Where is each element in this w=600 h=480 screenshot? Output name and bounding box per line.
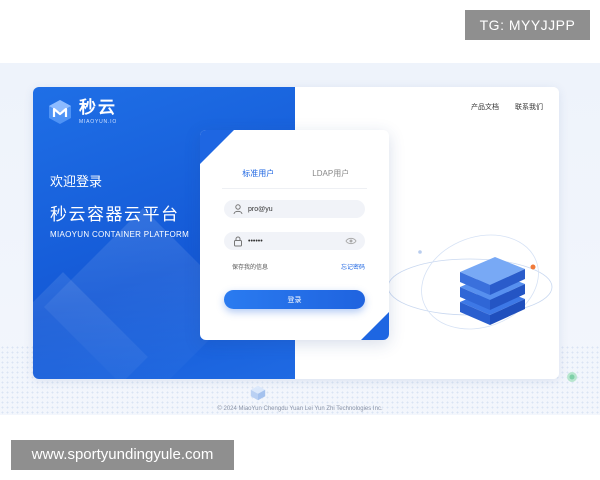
lock-icon: [234, 236, 242, 247]
welcome-text: 欢迎登录: [50, 174, 103, 189]
brand-logo: 秒云 MIAOYUN.IO: [47, 99, 117, 125]
product-docs-link[interactable]: 产品文档: [471, 102, 499, 112]
miaoyun-logo-icon: [49, 100, 71, 124]
forgot-password-link[interactable]: 忘记密码: [341, 262, 365, 271]
contact-us-link[interactable]: 联系我们: [515, 102, 543, 112]
platform-subtitle: MIAOYUN CONTAINER PLATFORM: [50, 230, 190, 239]
login-card: 秒云 MIAOYUN.IO 欢迎登录 秒云容器云平台 MIAOYUN CONTA…: [33, 87, 559, 379]
copyright-text: © 2024 MiaoYun Chengdu Yuan Lei Yun Zhi …: [217, 406, 383, 412]
server-stack-illustration: [387, 234, 553, 330]
brand-name: 秒云: [79, 98, 117, 117]
eye-icon[interactable]: [345, 235, 357, 247]
remember-me-checkbox[interactable]: 保存我的信息: [232, 262, 268, 271]
tabs-divider: [222, 188, 367, 189]
login-page-background: 秒云 MIAOYUN.IO 欢迎登录 秒云容器云平台 MIAOYUN CONTA…: [0, 63, 600, 415]
password-field[interactable]: ••••••: [224, 232, 365, 250]
tab-ldap-user[interactable]: LDAP用户: [295, 168, 368, 188]
top-nav: 产品文档 联系我们: [471, 102, 543, 112]
username-field[interactable]: [224, 200, 365, 218]
corner-accent: [200, 130, 234, 164]
login-button[interactable]: 登录: [224, 290, 365, 309]
brand-subname: MIAOYUN.IO: [79, 119, 118, 125]
tg-watermark-tag: TG: MYYJJPP: [465, 10, 590, 40]
platform-title: 秒云容器云平台: [50, 205, 180, 224]
corner-accent: [361, 312, 389, 340]
password-input[interactable]: ••••••: [248, 238, 263, 245]
plant-decor-icon: [567, 372, 577, 382]
floating-cube-icon: [250, 385, 266, 401]
tab-standard-user[interactable]: 标准用户: [222, 168, 295, 189]
login-form: 标准用户 LDAP用户 ••••••: [200, 130, 389, 340]
username-input[interactable]: [248, 205, 348, 213]
login-type-tabs: 标准用户 LDAP用户: [222, 168, 368, 189]
user-icon: [233, 204, 243, 215]
site-watermark-tag: www.sportyundingyule.com: [11, 440, 234, 470]
